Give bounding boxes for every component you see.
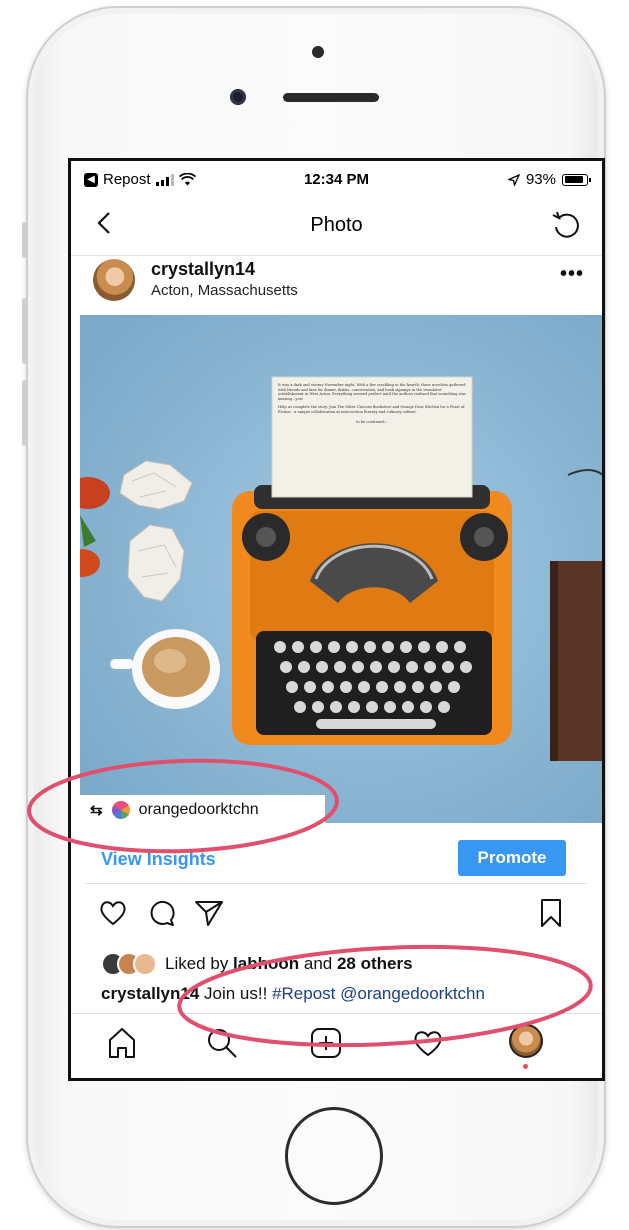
status-bar: ◀ Repost 12:34 PM 93% <box>71 161 602 193</box>
divider <box>85 883 588 884</box>
search-icon[interactable] <box>205 1026 239 1060</box>
battery-percent: 93% <box>525 171 556 188</box>
likes-line[interactable]: Liked by labhoon and 28 others <box>101 952 413 976</box>
status-right: 93% <box>507 171 591 188</box>
post-caption: crystallyn14 Join us!! #Repost @orangedo… <box>101 984 485 1004</box>
repost-account[interactable]: orangedoorktchn <box>139 801 259 819</box>
heart-icon[interactable] <box>97 897 129 929</box>
paper-paragraph-1: It was a dark and stormy November night.… <box>278 383 466 401</box>
tab-bar <box>71 1013 602 1078</box>
caption-tags[interactable]: #Repost @orangedoorktchn <box>272 984 485 1003</box>
repost-source-avatar <box>111 801 130 819</box>
front-camera <box>230 89 246 105</box>
paper-footer: to be continued... <box>356 419 388 424</box>
home-icon[interactable] <box>105 1026 139 1060</box>
caption-username[interactable]: crystallyn14 <box>101 984 199 1003</box>
location-arrow-icon <box>507 173 520 186</box>
typewriter-photo-illustration: It was a dark and stormy November night.… <box>80 315 602 823</box>
activity-heart-icon[interactable] <box>411 1026 445 1060</box>
avatar[interactable] <box>93 259 135 301</box>
app-screen: ◀ Repost 12:34 PM 93% Photo crystallyn14… <box>68 158 605 1081</box>
mute-switch <box>22 222 27 258</box>
volume-up-button <box>22 298 27 364</box>
post-location[interactable]: Acton, Massachusetts <box>151 282 298 299</box>
nav-bar: Photo <box>71 193 602 256</box>
home-button[interactable] <box>285 1107 383 1205</box>
post-header: crystallyn14 Acton, Massachusetts ••• <box>71 255 602 315</box>
repost-icon: ⇆ <box>90 802 103 819</box>
likes-middle: and <box>299 954 337 973</box>
sensor-dot <box>312 46 324 58</box>
likes-text: Liked by labhoon and 28 others <box>165 954 413 974</box>
likes-user[interactable]: labhoon <box>233 954 299 973</box>
comment-icon[interactable] <box>145 897 177 929</box>
volume-down-button <box>22 380 27 446</box>
view-insights-link[interactable]: View Insights <box>101 849 216 870</box>
post-photo[interactable]: It was a dark and stormy November night.… <box>80 315 602 823</box>
profile-avatar[interactable] <box>509 1024 543 1058</box>
insights-row: View Insights Promote <box>71 837 602 879</box>
share-icon[interactable] <box>193 897 225 929</box>
battery-icon <box>562 173 591 186</box>
page-title: Photo <box>310 214 363 236</box>
post-username[interactable]: crystallyn14 <box>151 259 255 280</box>
caption-text: Join us!! <box>199 984 273 1003</box>
add-post-icon[interactable] <box>309 1026 343 1060</box>
likes-others[interactable]: 28 others <box>337 954 413 973</box>
notification-dot <box>523 1064 528 1069</box>
likes-prefix: Liked by <box>165 954 234 973</box>
post-actions <box>71 893 602 937</box>
repost-attribution[interactable]: ⇆ orangedoorktchn <box>80 795 325 825</box>
earpiece-speaker <box>283 93 379 102</box>
bookmark-icon[interactable] <box>535 897 567 929</box>
liker-avatar <box>133 952 157 976</box>
promote-button[interactable]: Promote <box>458 840 566 876</box>
more-icon[interactable]: ••• <box>560 263 584 286</box>
refresh-icon[interactable] <box>550 209 582 241</box>
paper-paragraph-2: Help us complete the story. Join The Sil… <box>278 405 465 414</box>
